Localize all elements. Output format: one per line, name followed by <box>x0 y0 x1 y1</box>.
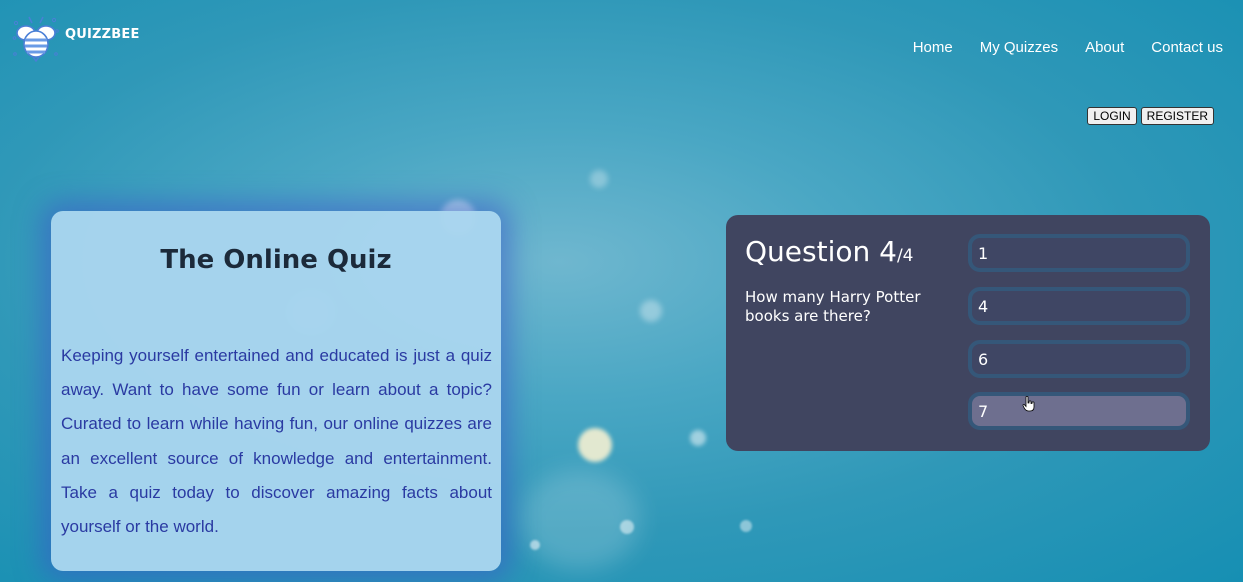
question-number: Question 4 <box>745 235 897 268</box>
nav-item-home[interactable]: Home <box>913 39 953 56</box>
bokeh-light <box>578 428 612 462</box>
bokeh-light <box>620 520 634 534</box>
main-nav: Home My Quizzes About Contact us <box>913 39 1223 56</box>
question-total: /4 <box>896 246 914 266</box>
bokeh-light <box>690 430 706 446</box>
answer-option-4[interactable]: 7 <box>968 392 1190 430</box>
bokeh-light <box>590 170 608 188</box>
brand-name: QUIZZBEE <box>65 27 140 42</box>
login-button[interactable]: LOGIN <box>1087 107 1137 125</box>
answer-option-2[interactable]: 4 <box>968 287 1190 325</box>
auth-buttons: LOGIN REGISTER <box>1087 107 1214 125</box>
question-text: How many Harry Potter books are there? <box>745 288 921 325</box>
answer-option-1[interactable]: 1 <box>968 234 1190 272</box>
register-button[interactable]: REGISTER <box>1140 107 1214 125</box>
bee-icon <box>12 16 59 62</box>
nav-item-contact[interactable]: Contact us <box>1151 39 1223 56</box>
bokeh-light <box>520 470 640 570</box>
nav-item-about[interactable]: About <box>1085 39 1124 56</box>
intro-title: The Online Quiz <box>160 245 392 275</box>
brand-logo[interactable]: QUIZZBEE <box>12 14 140 62</box>
bokeh-light <box>640 300 662 322</box>
question-counter: Question 4/4 <box>745 235 914 268</box>
intro-description: Keeping yourself entertained and educate… <box>61 346 492 537</box>
quiz-card: Question 4/4 How many Harry Potter books… <box>726 215 1210 451</box>
answer-option-3[interactable]: 6 <box>968 340 1190 378</box>
bokeh-light <box>530 540 540 550</box>
bokeh-light <box>740 520 752 532</box>
intro-card: The Online Quiz Keeping yourself enterta… <box>51 211 501 571</box>
nav-item-my-quizzes[interactable]: My Quizzes <box>980 39 1058 56</box>
